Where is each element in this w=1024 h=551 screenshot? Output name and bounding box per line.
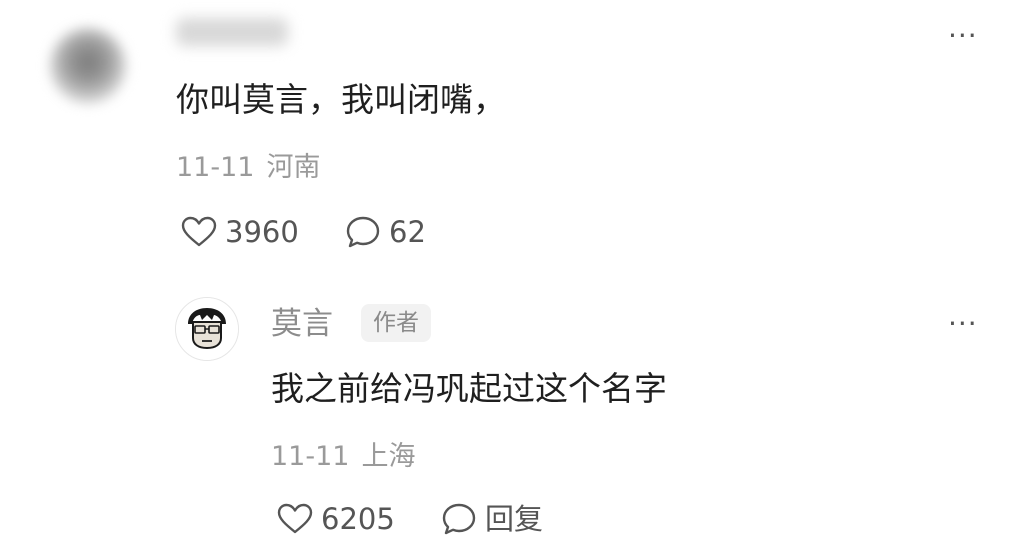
cartoon-face-avatar-icon: [176, 298, 238, 360]
reply-reply-label: 回复: [485, 502, 544, 536]
comment-meta: 11-11 河南: [176, 152, 320, 184]
comment-text: 你叫莫言，我叫闭嘴，: [176, 80, 506, 119]
comment-date: 11-11: [176, 152, 255, 183]
comment-reply-count: 62: [389, 215, 426, 249]
reply-location: 上海: [361, 441, 416, 472]
reply-like-count: 6205: [321, 502, 395, 536]
reply-reply-button[interactable]: 回复: [441, 502, 543, 536]
commenter-name-blurred[interactable]: [176, 18, 288, 46]
reply-like-button[interactable]: 6205: [277, 502, 395, 536]
comment-like-count: 3960: [225, 215, 299, 249]
reply-more-button[interactable]: ···: [948, 310, 978, 338]
reply-date: 11-11: [271, 441, 350, 472]
speech-bubble-icon: [442, 503, 476, 535]
reply-avatar[interactable]: [175, 297, 239, 361]
reply-username[interactable]: 莫言: [271, 305, 333, 343]
comment-more-button[interactable]: ···: [948, 22, 978, 50]
comment-location: 河南: [266, 152, 321, 183]
heart-icon: [181, 216, 217, 247]
speech-bubble-icon: [346, 216, 380, 248]
comment-like-button[interactable]: 3960: [181, 215, 299, 249]
reply-text: 我之前给冯巩起过这个名字: [271, 369, 667, 408]
reply-meta: 11-11 上海: [271, 441, 415, 473]
comment-reply-button[interactable]: 62: [345, 215, 426, 249]
heart-icon: [277, 503, 313, 534]
author-badge: 作者: [361, 304, 431, 342]
commenter-avatar-blurred[interactable]: [50, 28, 126, 104]
